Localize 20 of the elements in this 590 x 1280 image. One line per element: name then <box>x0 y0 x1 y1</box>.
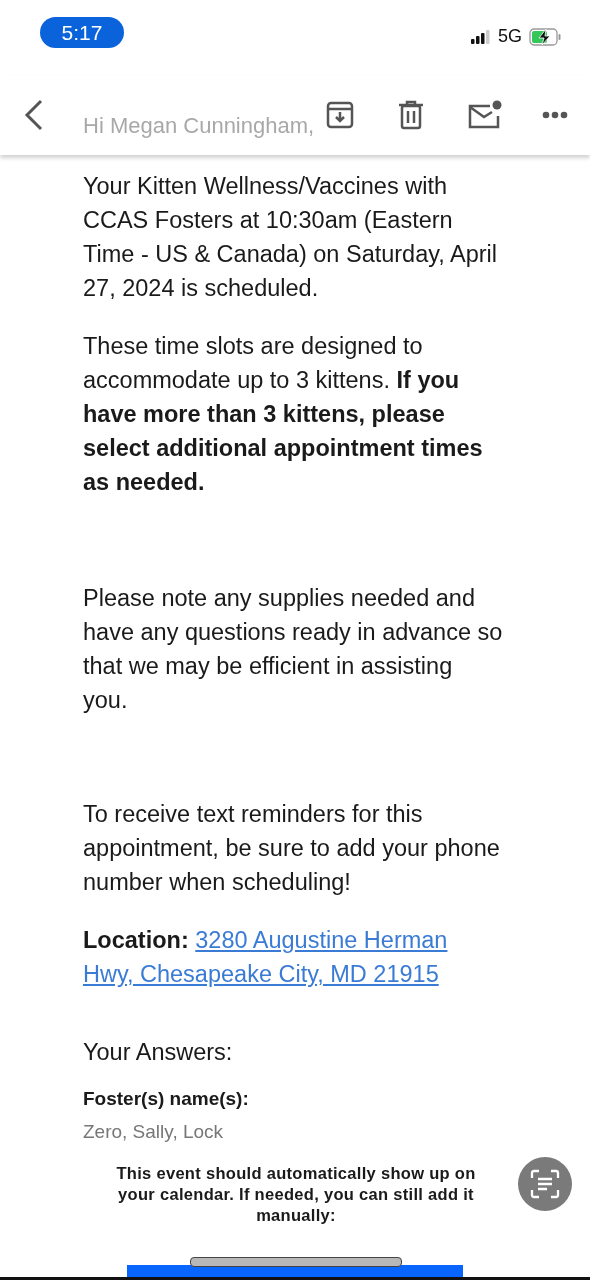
delete-button[interactable] <box>398 100 424 130</box>
more-button[interactable] <box>542 111 568 119</box>
scan-text-icon <box>530 1169 560 1199</box>
archive-button[interactable] <box>326 101 354 129</box>
greeting-text: Hi Megan Cunningham, <box>83 113 315 139</box>
answer-label: Foster(s) name(s): <box>83 1087 250 1111</box>
answers-heading: Your Answers: <box>83 1038 234 1067</box>
mark-unread-button[interactable] <box>468 100 502 130</box>
body-paragraph: These time slots are designed to accommodate up to 3 kittens. If you have more than 3 kittens, please select additional appointment times as needed. <box>83 332 484 497</box>
body-paragraph: To receive text reminders for this appointment, be sure to add your phone number when scheduling! <box>83 800 501 897</box>
signal-icon <box>471 29 491 44</box>
scan-text-button[interactable] <box>518 1157 572 1211</box>
battery-charging-icon <box>529 27 562 46</box>
body-paragraph: Please note any supplies needed and have any questions ready in advance so that we may be efficient in assisting you. <box>83 584 503 715</box>
calendar-note: This event should automatically show up on your calendar. If needed, you can still add it manually: <box>115 1163 477 1226</box>
network-label: 5G <box>498 26 522 47</box>
answer-value: Zero, Sally, Lock <box>83 1120 225 1144</box>
body-paragraph: Your Kitten Wellness/Vaccines with CCAS Fosters at 10:30am (Eastern Time - US & Canada) on Saturday, April 27, 2024 is scheduled. <box>83 172 499 303</box>
status-time: 5:17 <box>40 17 124 48</box>
location-text: Location: 3280 Augustine Herman Hwy, Chesapeake City, MD 21915 <box>83 926 449 989</box>
